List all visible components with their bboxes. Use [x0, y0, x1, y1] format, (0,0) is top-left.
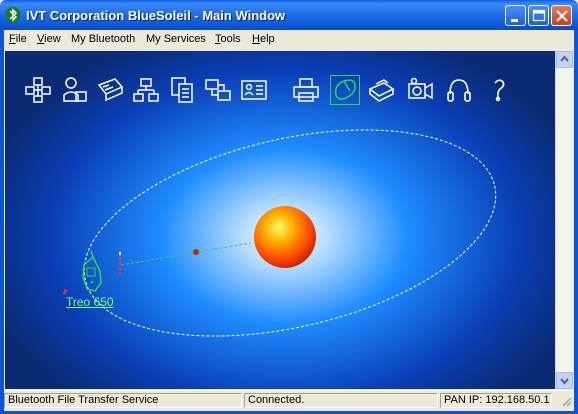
minimize-button[interactable] — [505, 5, 526, 26]
close-icon — [556, 10, 568, 22]
device-name-treo[interactable]: Treo 650 — [66, 295, 114, 309]
window-frame-left — [0, 30, 4, 414]
bluetooth-app-icon — [6, 7, 20, 23]
menu-help[interactable]: Help — [252, 33, 275, 45]
local-device-sphere[interactable] — [254, 206, 316, 268]
status-service: Bluetooth File Transfer Service — [4, 393, 242, 408]
window-frame-right — [574, 30, 578, 414]
maximize-icon — [532, 9, 546, 22]
arrow-down-icon — [560, 378, 569, 385]
connection-line — [120, 242, 252, 266]
arrow-up-icon — [560, 55, 569, 62]
status-bar: Bluetooth File Transfer Service Connecte… — [4, 390, 574, 411]
menu-bar: File View My Bluetooth My Services Tools… — [4, 30, 574, 49]
menu-file[interactable]: File — [9, 33, 27, 45]
vertical-scrollbar[interactable] — [555, 51, 573, 389]
minimize-icon — [511, 19, 518, 22]
connection-node — [193, 249, 199, 255]
menu-my-bluetooth[interactable]: My Bluetooth — [71, 33, 135, 45]
device-map-panel[interactable]: Treo 650 — [5, 51, 555, 389]
menu-view[interactable]: View — [37, 33, 61, 45]
main-window: IVT Corporation BlueSoleil - Main Window… — [0, 0, 578, 414]
scroll-up-button[interactable] — [556, 51, 573, 68]
window-title: IVT Corporation BlueSoleil - Main Window — [26, 8, 286, 23]
title-bar[interactable]: IVT Corporation BlueSoleil - Main Window — [0, 0, 578, 30]
close-button[interactable] — [551, 5, 572, 26]
maximize-button[interactable] — [528, 5, 549, 26]
mobile-phone-icon[interactable] — [62, 250, 102, 295]
status-connection: Connected. — [244, 393, 438, 408]
menu-tools[interactable]: Tools — [215, 33, 241, 45]
scroll-down-button[interactable] — [556, 372, 573, 389]
signal-strength-indicator — [119, 252, 121, 275]
menu-my-services[interactable]: My Services — [146, 33, 206, 45]
resize-grip-icon[interactable] — [560, 395, 572, 407]
status-pan-ip: PAN IP: 192.168.50.1 — [440, 393, 552, 408]
device-orbit-diagram — [62, 129, 497, 337]
